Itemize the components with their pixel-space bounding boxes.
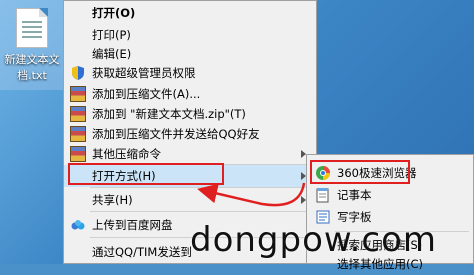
watermark-text: dongpow.com <box>190 220 438 260</box>
